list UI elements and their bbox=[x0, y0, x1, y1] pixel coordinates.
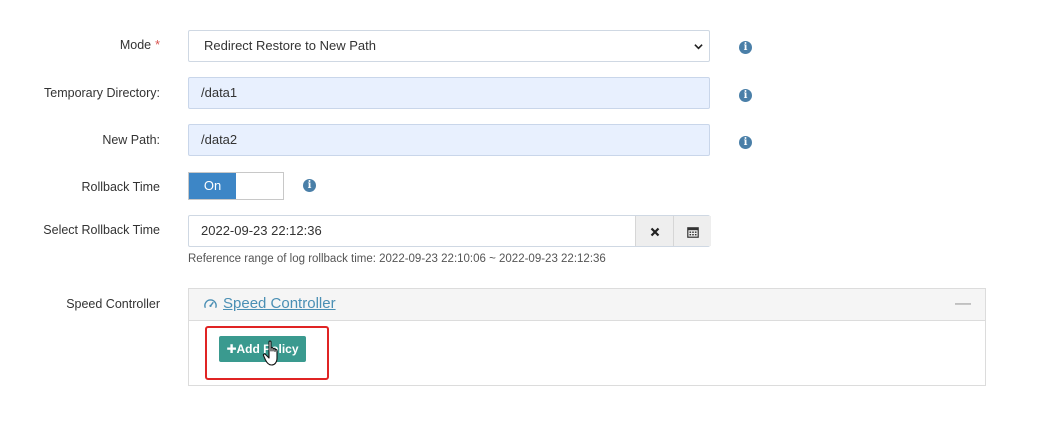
collapse-icon[interactable]: — bbox=[955, 295, 971, 313]
speed-controller-panel-title[interactable]: Speed Controller bbox=[223, 295, 336, 312]
mode-select-value: Redirect Restore to New Path bbox=[204, 38, 376, 53]
speed-controller-label: Speed Controller bbox=[66, 297, 160, 311]
temp-dir-row: Temporary Directory: /data1 i bbox=[0, 77, 1037, 109]
rollback-range-hint: Reference range of log rollback time: 20… bbox=[188, 253, 606, 265]
calendar-icon bbox=[686, 226, 699, 238]
info-icon[interactable]: i bbox=[303, 179, 316, 192]
new-path-label: New Path: bbox=[102, 133, 160, 147]
rollback-time-label: Rollback Time bbox=[81, 180, 161, 194]
info-icon[interactable]: i bbox=[739, 89, 752, 102]
rollback-datetime-field[interactable]: 2022-09-23 22:12:36 bbox=[188, 215, 711, 247]
rollback-time-toggle[interactable]: On bbox=[188, 172, 284, 200]
close-icon bbox=[650, 227, 659, 236]
info-icon[interactable]: i bbox=[739, 136, 752, 149]
rollback-time-row: Rollback Time On i bbox=[0, 172, 1037, 200]
new-path-input[interactable]: /data2 bbox=[188, 124, 710, 156]
new-path-row: New Path: /data2 i bbox=[0, 124, 1037, 156]
mode-select[interactable]: Redirect Restore to New Path bbox=[188, 30, 710, 62]
mode-row: Mode * Redirect Restore to New Path i bbox=[0, 30, 1037, 62]
hand-cursor-icon bbox=[262, 340, 278, 366]
select-rollback-time-label: Select Rollback Time bbox=[43, 223, 160, 237]
speed-controller-panel-header[interactable]: Speed Controller — bbox=[189, 289, 985, 321]
rollback-datetime-value: 2022-09-23 22:12:36 bbox=[201, 223, 322, 238]
temp-dir-input[interactable]: /data1 bbox=[188, 77, 710, 109]
speedometer-icon bbox=[204, 299, 217, 309]
chevron-down-icon bbox=[694, 44, 703, 50]
temp-dir-label: Temporary Directory: bbox=[44, 86, 160, 100]
calendar-button[interactable] bbox=[673, 216, 711, 246]
toggle-on-state: On bbox=[189, 173, 236, 199]
clear-datetime-button[interactable] bbox=[635, 216, 673, 246]
info-icon[interactable]: i bbox=[739, 41, 752, 54]
select-rollback-time-row: Select Rollback Time 2022-09-23 22:12:36… bbox=[0, 215, 1037, 270]
required-marker: * bbox=[155, 38, 160, 52]
mode-label: Mode * bbox=[119, 38, 160, 52]
